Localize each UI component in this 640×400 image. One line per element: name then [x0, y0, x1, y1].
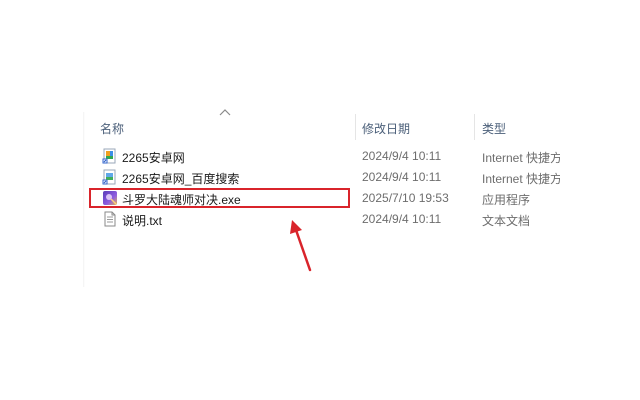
column-header-date[interactable]: 修改日期 — [362, 120, 410, 137]
file-type: 应用程序 — [482, 193, 531, 207]
column-divider[interactable] — [355, 114, 356, 140]
internet-shortcut-icon — [102, 148, 116, 164]
file-name: 2265安卓网_百度搜索 — [122, 172, 240, 186]
file-name: 说明.txt — [122, 214, 163, 228]
file-date: 2024/9/4 10:11 — [362, 212, 442, 226]
file-name: 2265安卓网 — [122, 151, 185, 165]
annotation-arrow-icon — [290, 220, 312, 272]
highlight-box — [89, 188, 350, 208]
file-row[interactable]: 2265安卓网 2024/9/4 10:11 Internet 快捷方式 — [83, 146, 640, 167]
column-header-bar: 名称 修改日期 类型 — [83, 114, 640, 140]
file-type: Internet 快捷方式 — [482, 151, 560, 165]
file-row[interactable]: 2265安卓网_百度搜索 2024/9/4 10:11 Internet 快捷方… — [83, 167, 640, 188]
screenshot-stage: 名称 修改日期 类型 2265安卓网 2024/9/4 10:11 Intern… — [0, 0, 640, 400]
file-date: 2024/9/4 10:11 — [362, 170, 442, 184]
internet-shortcut-icon — [102, 169, 116, 185]
column-header-name[interactable]: 名称 — [100, 120, 124, 137]
column-divider[interactable] — [474, 114, 475, 140]
file-date: 2024/9/4 10:11 — [362, 149, 442, 163]
file-type: 文本文档 — [482, 214, 531, 228]
file-row[interactable]: 说明.txt 2024/9/4 10:11 文本文档 — [83, 209, 640, 230]
text-file-icon — [104, 211, 116, 227]
file-type: Internet 快捷方式 — [482, 172, 560, 186]
file-date: 2025/7/10 19:53 — [362, 191, 449, 205]
column-header-type[interactable]: 类型 — [482, 120, 506, 137]
